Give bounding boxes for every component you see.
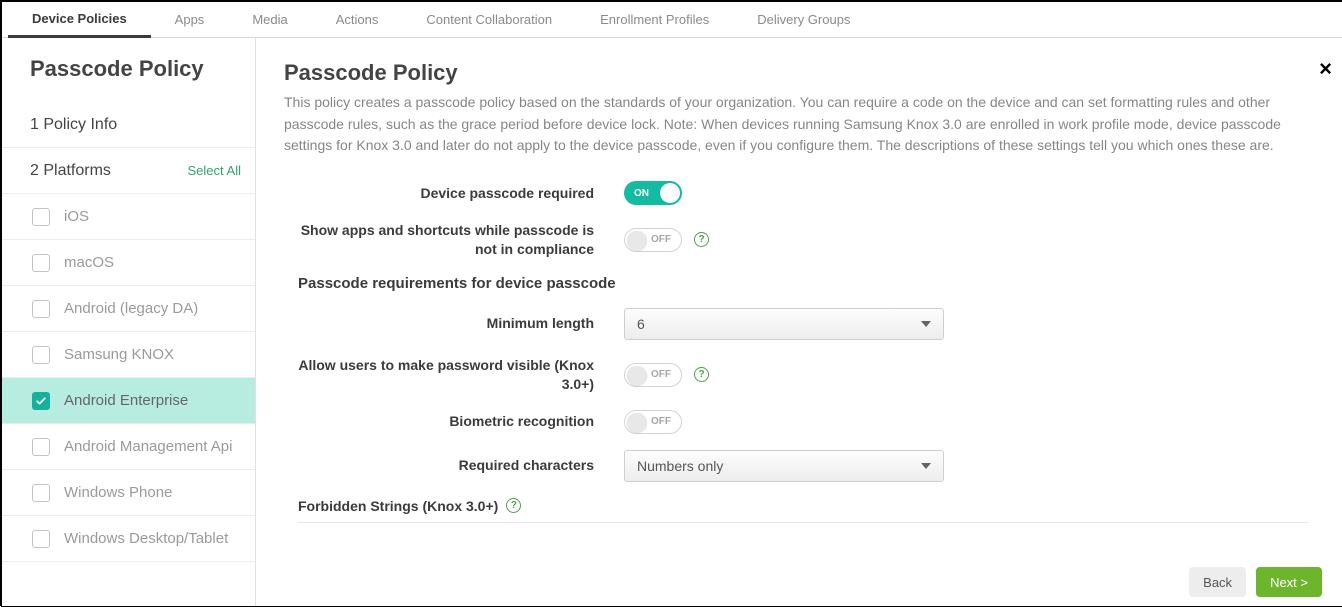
chevron-down-icon	[921, 463, 931, 469]
tab-device-policies[interactable]: Device Policies	[8, 2, 151, 38]
platform-label: Windows Phone	[64, 484, 172, 502]
step-platforms[interactable]: 2 Platforms Select All	[2, 148, 255, 194]
toggle-knob	[660, 183, 680, 203]
row-device-passcode-required: Device passcode required ON	[284, 181, 1308, 205]
field-label: Minimum length	[284, 314, 624, 333]
toggle-state: OFF	[651, 369, 671, 380]
toggle-state: OFF	[651, 416, 671, 427]
select-minimum-length[interactable]: 6	[624, 308, 944, 340]
footer: Back Next >	[256, 558, 1342, 606]
tab-actions[interactable]: Actions	[312, 2, 403, 38]
platform-label: Android (legacy DA)	[64, 300, 198, 318]
toggle-allow-visible[interactable]: OFF	[624, 363, 682, 387]
select-all-link[interactable]: Select All	[188, 163, 241, 178]
field-label: Allow users to make password visible (Kn…	[284, 356, 624, 394]
section-passcode-requirements: Passcode requirements for device passcod…	[298, 275, 1308, 292]
toggle-device-passcode-required[interactable]: ON	[624, 181, 682, 205]
platform-label: Android Enterprise	[64, 392, 188, 410]
field-label: Biometric recognition	[284, 412, 624, 431]
platform-label: Windows Desktop/Tablet	[64, 530, 228, 548]
toggle-knob	[627, 413, 647, 433]
page-description: This policy creates a passcode policy ba…	[284, 92, 1304, 157]
tab-apps[interactable]: Apps	[151, 2, 229, 38]
checkbox[interactable]	[32, 346, 50, 364]
next-button[interactable]: Next >	[1256, 567, 1322, 597]
field-label: Show apps and shortcuts while passcode i…	[284, 221, 624, 259]
main-panel: × Passcode Policy This policy creates a …	[256, 38, 1342, 606]
step-label: 1 Policy Info	[30, 116, 117, 134]
platform-windows-desktop-tablet[interactable]: Windows Desktop/Tablet	[2, 516, 255, 562]
toggle-state: ON	[634, 188, 649, 199]
select-value: Numbers only	[637, 458, 723, 474]
tab-content-collaboration[interactable]: Content Collaboration	[402, 2, 576, 38]
divider	[298, 522, 1308, 523]
chevron-down-icon	[921, 321, 931, 327]
row-allow-visible: Allow users to make password visible (Kn…	[284, 356, 1308, 394]
platform-android-legacy-da-[interactable]: Android (legacy DA)	[2, 286, 255, 332]
toggle-knob	[627, 231, 647, 251]
platform-label: Android Management Api	[64, 438, 232, 456]
platform-android-management-api[interactable]: Android Management Api	[2, 424, 255, 470]
checkbox[interactable]	[32, 438, 50, 456]
checkbox[interactable]	[32, 254, 50, 272]
row-required-characters: Required characters Numbers only	[284, 450, 1308, 482]
platform-android-enterprise[interactable]: Android Enterprise	[2, 378, 255, 424]
platform-label: iOS	[64, 208, 89, 226]
help-icon[interactable]: ?	[694, 367, 709, 382]
step-policy-info[interactable]: 1 Policy Info	[2, 102, 255, 148]
tab-enrollment-profiles[interactable]: Enrollment Profiles	[576, 2, 733, 38]
platform-samsung-knox[interactable]: Samsung KNOX	[2, 332, 255, 378]
checkbox[interactable]	[32, 300, 50, 318]
tab-media[interactable]: Media	[228, 2, 311, 38]
help-icon[interactable]: ?	[694, 232, 709, 247]
platform-label: macOS	[64, 254, 114, 272]
step-label: 2 Platforms	[30, 162, 111, 180]
checkbox[interactable]	[32, 208, 50, 226]
checkbox[interactable]	[32, 530, 50, 548]
select-value: 6	[637, 316, 645, 332]
select-required-characters[interactable]: Numbers only	[624, 450, 944, 482]
content: Passcode Policy This policy creates a pa…	[256, 38, 1342, 558]
checkbox[interactable]	[32, 484, 50, 502]
row-biometric: Biometric recognition OFF	[284, 410, 1308, 434]
back-button[interactable]: Back	[1189, 567, 1246, 597]
row-forbidden-strings: Forbidden Strings (Knox 3.0+) ?	[298, 498, 1308, 514]
field-label: Required characters	[284, 456, 624, 475]
platform-windows-phone[interactable]: Windows Phone	[2, 470, 255, 516]
checkbox[interactable]	[32, 392, 50, 410]
sidebar: Passcode Policy 1 Policy Info 2 Platform…	[2, 38, 256, 606]
page-title: Passcode Policy	[284, 60, 1308, 86]
sidebar-title: Passcode Policy	[2, 38, 255, 102]
toggle-biometric[interactable]: OFF	[624, 410, 682, 434]
field-label: Forbidden Strings (Knox 3.0+)	[298, 498, 498, 514]
platform-ios[interactable]: iOS	[2, 194, 255, 240]
help-icon[interactable]: ?	[506, 498, 521, 513]
toggle-knob	[627, 366, 647, 386]
toggle-show-apps[interactable]: OFF	[624, 228, 682, 252]
row-minimum-length: Minimum length 6	[284, 308, 1308, 340]
top-nav: Device PoliciesAppsMediaActionsContent C…	[2, 2, 1342, 38]
row-show-apps: Show apps and shortcuts while passcode i…	[284, 221, 1308, 259]
sidebar-scroll[interactable]: 1 Policy Info 2 Platforms Select All iOS…	[2, 102, 255, 606]
tab-delivery-groups[interactable]: Delivery Groups	[733, 2, 874, 38]
close-icon[interactable]: ×	[1319, 56, 1332, 82]
toggle-state: OFF	[651, 234, 671, 245]
platform-macos[interactable]: macOS	[2, 240, 255, 286]
platform-label: Samsung KNOX	[64, 346, 174, 364]
field-label: Device passcode required	[284, 184, 624, 203]
